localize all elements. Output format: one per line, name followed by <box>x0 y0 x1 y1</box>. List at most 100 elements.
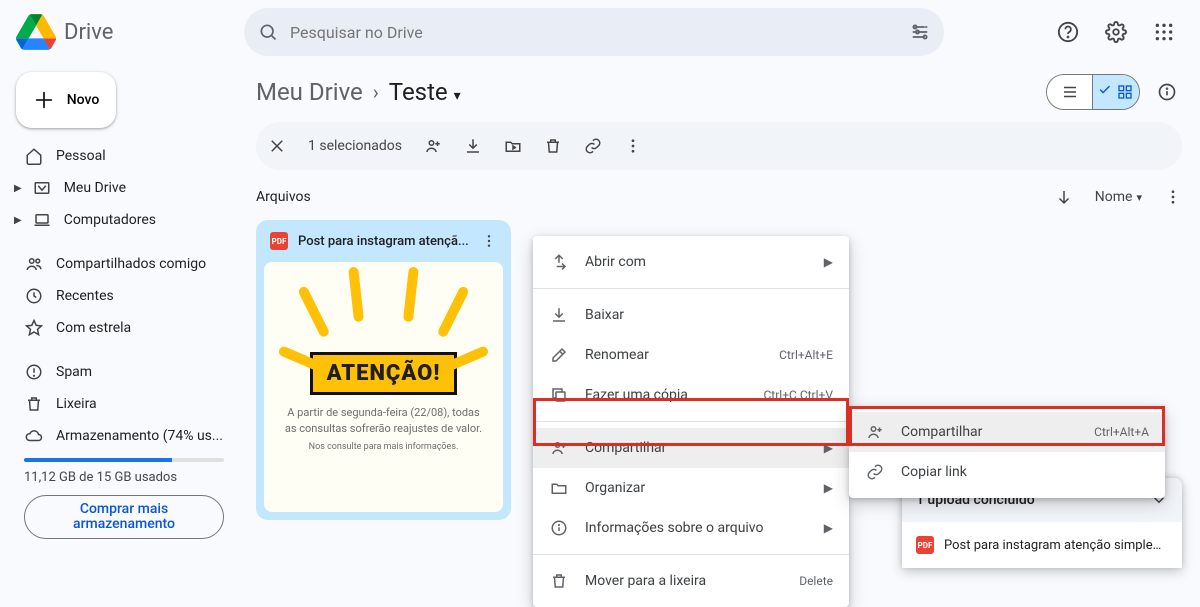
menu-organize[interactable]: Organizar▶ <box>533 468 849 508</box>
app-title: Drive <box>64 20 113 45</box>
sidebar-item-recent[interactable]: Recentes <box>12 280 236 312</box>
toast-file-name: Post para instagram atenção simples ... <box>944 538 1168 553</box>
move-icon[interactable] <box>504 137 522 155</box>
cloud-icon <box>24 427 44 445</box>
info-icon <box>549 519 569 537</box>
menu-info[interactable]: Informações sobre o arquivo▶ <box>533 508 849 548</box>
new-button-label: Novo <box>67 92 100 108</box>
sidebar-item-home[interactable]: Pessoal <box>12 140 236 172</box>
menu-open-with[interactable]: Abrir com▶ <box>533 242 849 282</box>
breadcrumb-current[interactable]: Teste ▾ <box>389 78 461 106</box>
share-icon <box>549 439 569 457</box>
submenu-copy-link[interactable]: Copiar link <box>849 452 1165 492</box>
drive-logo-icon <box>16 12 56 52</box>
sidebar-item-label: Recentes <box>56 288 114 304</box>
link-icon[interactable] <box>584 137 602 155</box>
sort-direction-icon[interactable] <box>1055 188 1073 206</box>
pdf-badge-icon: PDF <box>270 232 288 250</box>
section-header: Arquivos Nome ▾ <box>256 188 1182 206</box>
more-options-icon[interactable] <box>1164 188 1182 206</box>
menu-rename[interactable]: RenomearCtrl+Alt+E <box>533 335 849 375</box>
file-more-icon[interactable] <box>481 233 497 249</box>
section-title: Arquivos <box>256 189 311 205</box>
sidebar-item-label: Computadores <box>64 212 156 228</box>
view-toggle <box>1046 74 1140 110</box>
chevron-right-icon: ▶ <box>824 255 833 269</box>
selection-action-bar: 1 selecionados <box>256 122 1182 170</box>
share-submenu: CompartilharCtrl+Alt+A Copiar link <box>849 406 1165 498</box>
settings-icon[interactable] <box>1096 12 1136 52</box>
sidebar-item-label: Meu Drive <box>64 180 126 196</box>
trash-icon <box>549 572 569 590</box>
link-icon <box>865 463 885 481</box>
trash-icon <box>24 395 44 413</box>
list-view-button[interactable] <box>1047 75 1093 109</box>
home-icon <box>24 147 44 165</box>
sidebar-item-label: Com estrela <box>56 320 131 336</box>
chevron-right-icon: ▶ <box>824 481 833 495</box>
delete-icon[interactable] <box>544 137 562 155</box>
menu-copy[interactable]: Fazer uma cópiaCtrl+C Ctrl+V <box>533 375 849 415</box>
sidebar-item-trash[interactable]: Lixeira <box>12 388 236 420</box>
sidebar-item-storage[interactable]: Armazenamento (74% us... <box>12 420 236 452</box>
more-icon[interactable] <box>624 137 642 155</box>
sidebar-item-starred[interactable]: Com estrela <box>12 312 236 344</box>
menu-share[interactable]: Compartilhar▶ <box>533 428 849 468</box>
file-card[interactable]: PDF Post para instagram atençã... ATENÇÃ… <box>256 220 511 520</box>
sidebar-item-computers[interactable]: ▶Computadores <box>12 204 236 236</box>
topbar: Drive <box>0 0 1200 64</box>
sidebar-item-label: Armazenamento (74% us... <box>56 428 223 444</box>
apps-icon[interactable] <box>1144 12 1184 52</box>
search-options-icon[interactable] <box>910 22 930 42</box>
sidebar-item-label: Compartilhados comigo <box>56 256 206 272</box>
details-icon[interactable] <box>1152 72 1182 112</box>
download-icon <box>549 306 569 324</box>
help-icon[interactable] <box>1048 12 1088 52</box>
menu-trash[interactable]: Mover para a lixeiraDelete <box>533 561 849 601</box>
share-icon[interactable] <box>424 137 442 155</box>
search-bar[interactable] <box>244 8 944 56</box>
context-menu: Abrir com▶ Baixar RenomearCtrl+Alt+E Faz… <box>533 236 849 607</box>
share-icon <box>865 423 885 441</box>
breadcrumb: Meu Drive › Teste ▾ <box>256 68 1182 116</box>
grid-view-button[interactable] <box>1093 75 1139 109</box>
sort-field[interactable]: Nome ▾ <box>1095 189 1142 205</box>
sidebar-item-label: Pessoal <box>56 148 106 164</box>
chevron-right-icon: › <box>373 80 379 104</box>
breadcrumb-root[interactable]: Meu Drive <box>256 78 363 106</box>
people-icon <box>24 255 44 273</box>
toast-file-row[interactable]: PDF Post para instagram atenção simples … <box>902 522 1182 568</box>
file-thumbnail: ATENÇÃO! A partir de segunda-feira (22/0… <box>264 262 503 512</box>
pdf-badge-icon: PDF <box>916 536 934 554</box>
file-name: Post para instagram atençã... <box>298 234 471 249</box>
menu-download[interactable]: Baixar <box>533 295 849 335</box>
drive-folder-icon <box>32 179 52 197</box>
folder-icon <box>549 479 569 497</box>
clock-icon <box>24 287 44 305</box>
search-icon <box>258 22 278 42</box>
selected-count: 1 selecionados <box>308 138 402 154</box>
top-icons <box>1048 12 1184 52</box>
sidebar-item-shared[interactable]: Compartilhados comigo <box>12 248 236 280</box>
close-icon[interactable] <box>268 137 286 155</box>
buy-storage-button[interactable]: Comprar mais armazenamento <box>24 495 224 539</box>
laptop-icon <box>32 211 52 229</box>
sidebar: Novo Pessoal ▶ Meu Drive ▶Computadores Co… <box>0 64 248 568</box>
spam-icon <box>24 363 44 381</box>
star-icon <box>24 319 44 337</box>
caret-icon: ▶ <box>14 183 22 194</box>
storage-text: 11,12 GB de 15 GB usados <box>12 468 236 495</box>
download-icon[interactable] <box>464 137 482 155</box>
sidebar-item-my-drive[interactable]: ▶ Meu Drive <box>12 172 236 204</box>
logo-area[interactable]: Drive <box>16 12 236 52</box>
storage-bar <box>24 458 224 462</box>
sidebar-item-spam[interactable]: Spam <box>12 356 236 388</box>
chevron-right-icon: ▶ <box>824 521 833 535</box>
submenu-share[interactable]: CompartilharCtrl+Alt+A <box>849 412 1165 452</box>
chevron-right-icon: ▶ <box>824 441 833 455</box>
new-button[interactable]: Novo <box>16 72 116 128</box>
search-input[interactable] <box>290 23 898 42</box>
sidebar-item-label: Spam <box>56 364 92 380</box>
pencil-icon <box>549 346 569 364</box>
sidebar-item-label: Lixeira <box>56 396 97 412</box>
